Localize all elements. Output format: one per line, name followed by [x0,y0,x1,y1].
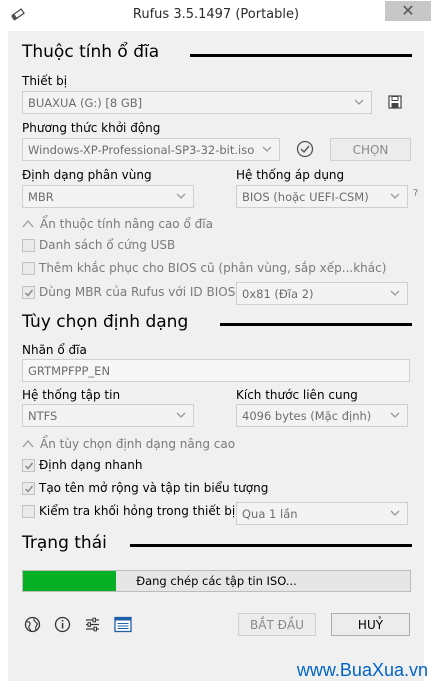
chevron-down-icon [390,193,400,199]
file-system-label: Hệ thống tập tin [22,388,121,402]
status-title: Trạng thái [22,533,107,553]
chevron-down-icon [262,146,272,152]
file-system-value: NTFS [28,408,58,423]
section-divider [220,323,412,326]
hide-advanced-format-toggle[interactable]: Ẩn tùy chọn định dạng nâng cao [40,437,235,451]
extended-label-checkbox[interactable] [22,482,35,495]
section-divider [190,54,412,57]
volume-label-label: Nhãn ổ đĩa [22,343,87,357]
partition-scheme-value: MBR [28,189,54,204]
file-system-select[interactable]: NTFS [22,404,194,427]
save-icon[interactable] [388,95,402,109]
device-select[interactable]: BUAXUA (G:) [8 GB] [22,91,372,114]
old-bios-fixes-label: Thêm khắc phục cho BIOS cũ (phân vùng, s… [39,261,387,275]
passes-value: Qua 1 lần [242,506,298,521]
globe-icon[interactable] [24,616,41,633]
cluster-size-value: 4096 bytes (Mặc định) [242,408,372,423]
boot-selection-label: Phương thức khởi động [22,121,161,135]
cancel-button[interactable]: HUỶ [331,613,410,636]
old-bios-fixes-checkbox[interactable] [22,262,35,275]
watermark: www.BuaXua.vn [296,660,428,680]
log-icon[interactable] [114,616,132,633]
progress-text: Đang chép các tập tin ISO... [136,574,297,588]
title-bar: Rufus 3.5.1497 (Portable) ✕ [0,0,432,31]
bad-blocks-label: Kiểm tra khối hỏng trong thiết bị [39,504,236,518]
partition-scheme-label: Định dạng phân vùng [22,168,152,182]
progress-bar: Đang chép các tập tin ISO... [22,570,411,592]
volume-label-input[interactable]: GRTMPFPP_EN [22,359,410,382]
collapse-chevron-icon[interactable] [22,219,34,229]
passes-select[interactable]: Qua 1 lần [236,502,408,525]
close-icon: ✕ [401,1,415,20]
checkmark-icon [24,485,34,493]
list-usb-label: Danh sách ổ cứng USB [39,238,176,252]
rufus-mbr-label: Dùng MBR của Rufus với ID BIOS [39,285,236,299]
chevron-down-icon [390,290,400,296]
chevron-down-icon [390,412,400,418]
cluster-size-label: Kích thước liên cung [236,388,358,402]
boot-selection-select[interactable]: Windows-XP-Professional-SP3-32-bit.iso [22,138,280,161]
check-circle-icon[interactable] [296,140,314,158]
close-button[interactable]: ✕ [385,1,431,21]
chevron-down-icon [390,510,400,516]
main-panel: Thuộc tính ổ đĩa Thiết bị BUAXUA (G:) [8… [8,31,424,681]
device-label: Thiết bị [22,74,68,88]
collapse-chevron-icon[interactable] [22,439,34,449]
chevron-down-icon [354,99,364,105]
help-mark[interactable]: ? [413,188,418,199]
bios-id-value: 0x81 (Đĩa 2) [242,286,314,301]
target-system-label: Hệ thống áp dụng [236,168,345,182]
cluster-size-select[interactable]: 4096 bytes (Mặc định) [236,404,408,427]
target-system-value: BIOS (hoặc UEFI-CSM) [242,189,369,204]
checkmark-icon [24,462,34,470]
list-usb-checkbox[interactable] [22,239,35,252]
volume-label-value: GRTMPFPP_EN [28,363,111,378]
target-system-select[interactable]: BIOS (hoặc UEFI-CSM) [236,185,408,208]
start-button[interactable]: BẮT ĐẦU [238,613,316,636]
bios-id-select[interactable]: 0x81 (Đĩa 2) [236,282,408,305]
chevron-down-icon [176,412,186,418]
window-title: Rufus 3.5.1497 (Portable) [132,7,300,22]
chevron-down-icon [176,193,186,199]
extended-label-label: Tạo tên mở rộng và tập tin biểu tượng [39,481,269,495]
bad-blocks-checkbox[interactable] [22,505,35,518]
hide-advanced-drive-toggle[interactable]: Ẩn thuộc tính nâng cao ổ đĩa [40,217,213,231]
select-button[interactable]: CHỌN [330,138,411,161]
settings-sliders-icon[interactable] [84,616,101,633]
format-options-title: Tùy chọn định dạng [22,312,189,332]
quick-format-label: Định dạng nhanh [39,458,143,472]
rufus-mbr-checkbox[interactable] [22,286,35,299]
partition-scheme-select[interactable]: MBR [22,185,194,208]
boot-selection-value: Windows-XP-Professional-SP3-32-bit.iso [28,142,255,157]
drive-properties-title: Thuộc tính ổ đĩa [22,42,160,62]
quick-format-checkbox[interactable] [22,459,35,472]
info-icon[interactable] [54,616,71,633]
checkmark-icon [24,289,34,297]
device-value: BUAXUA (G:) [8 GB] [28,95,143,110]
section-divider [130,544,412,547]
